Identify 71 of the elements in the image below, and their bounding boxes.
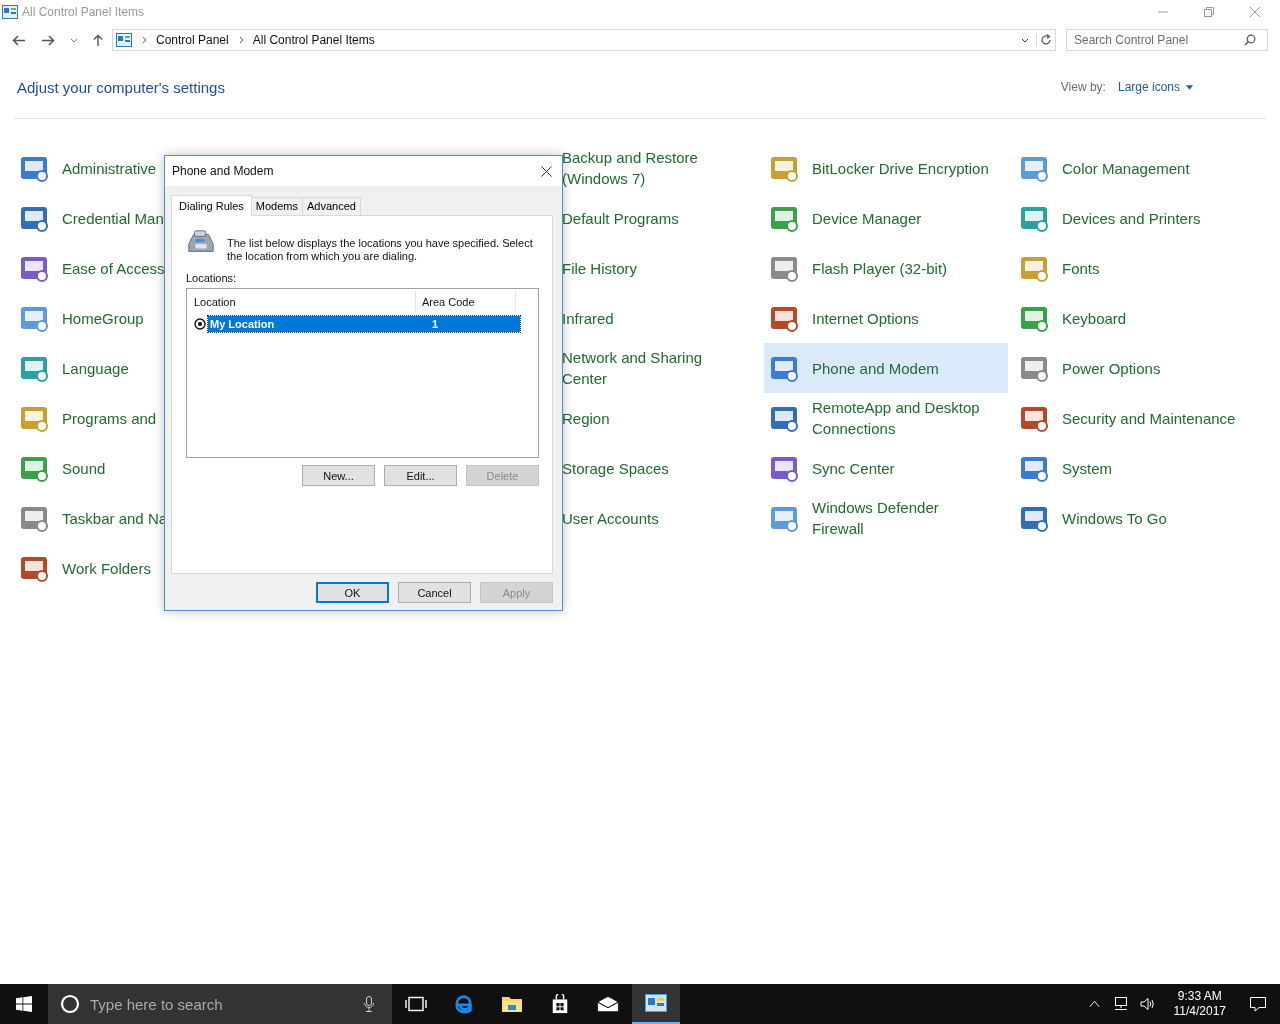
control-panel-item[interactable]: System [1014, 443, 1258, 493]
taskbar-button[interactable] [632, 984, 680, 1024]
control-panel-item[interactable]: Security and Maintenance [1014, 393, 1258, 443]
chevron-right-icon [142, 36, 147, 44]
control-panel-item[interactable]: Internet Options [764, 293, 1008, 343]
current-location-icon [194, 317, 206, 330]
control-panel-item[interactable]: Devices and Printers [1014, 193, 1258, 243]
control-panel-item[interactable]: Power Options [1014, 343, 1258, 393]
control-panel-item[interactable]: Windows To Go [1014, 493, 1258, 543]
restore-icon[interactable] [1204, 7, 1214, 17]
clock-time[interactable]: 9:33 AM [1177, 989, 1222, 1004]
microphone-icon[interactable] [364, 996, 374, 1012]
chevron-right-icon [238, 36, 244, 44]
dialog-button[interactable]: Cancel [398, 582, 471, 603]
control-panel-item[interactable]: RemoteApp and Desktop Connections [764, 393, 1008, 443]
table-cell-text: My Location [209, 317, 276, 330]
envelope-icon [597, 994, 619, 1014]
control-panel-item[interactable]: Programs and [14, 393, 258, 443]
control-panel-item[interactable]: Color Management [1014, 143, 1258, 193]
taskbar-search-field[interactable]: Type here to search [48, 984, 392, 1024]
control-panel-item[interactable]: BitLocker Drive Encryption [764, 143, 1008, 193]
circle-icon [60, 994, 80, 1014]
search-field[interactable]: Search Control Panel [1066, 29, 1268, 51]
back-arrow-icon[interactable] [12, 33, 26, 47]
control-panel-item[interactable]: Fonts [1014, 243, 1258, 293]
control-panel-item[interactable]: Device Manager [764, 193, 1008, 243]
up-arrow-icon[interactable] [91, 33, 105, 47]
tab[interactable]: Dialing Rules [171, 195, 252, 216]
search-input[interactable]: Type here to search [88, 994, 364, 1014]
control-panel-item[interactable]: Flash Player (32-bit) [764, 243, 1008, 293]
control-panel-item[interactable]: Sound [14, 443, 258, 493]
dialog-title: Phone and Modem [172, 164, 274, 178]
view-by-dropdown[interactable]: Large icons [1117, 80, 1193, 94]
tab[interactable]: Advanced [302, 197, 361, 215]
control-panel-icon [645, 993, 667, 1013]
notification-icon[interactable] [1250, 996, 1266, 1012]
start-icon[interactable] [16, 996, 32, 1012]
control-panel-icon [116, 33, 132, 47]
breadcrumb[interactable]: All Control Panel Items [252, 33, 375, 47]
address-bar[interactable]: Control Panel All Control Panel Items [112, 29, 1056, 51]
chevron-up-icon[interactable] [1088, 1000, 1100, 1008]
task-view-icon [405, 994, 427, 1014]
control-panel-icon [2, 5, 18, 19]
page-heading: Adjust your computer's settings [17, 78, 225, 96]
speaker-icon[interactable] [1139, 997, 1156, 1011]
control-panel-item[interactable]: Phone and Modem [764, 343, 1008, 393]
forward-arrow-icon[interactable] [41, 33, 55, 47]
close-icon[interactable] [541, 165, 552, 177]
dialog-button[interactable]: New... [302, 465, 375, 486]
chevron-down-icon[interactable] [1021, 37, 1029, 43]
location-row[interactable]: My Location 1 [208, 315, 520, 332]
breadcrumb[interactable]: Control Panel [156, 33, 229, 47]
control-panel-item[interactable]: Language [14, 343, 258, 393]
column-header[interactable]: Location [189, 291, 416, 312]
control-panel-item[interactable]: Keyboard [1014, 293, 1258, 343]
window-title: All Control Panel Items [22, 5, 145, 19]
control-panel-item[interactable]: Sync Center [764, 443, 1008, 493]
control-panel-item[interactable]: Work Folders [14, 543, 258, 593]
control-panel-item[interactable]: Windows Defender Firewall [764, 493, 1008, 543]
dialog-button[interactable]: Edit... [384, 465, 457, 486]
search-icon [1244, 34, 1256, 46]
clock-date[interactable]: 11/4/2017 [1173, 1004, 1226, 1019]
table-cell: 1 [432, 317, 439, 330]
dropdown-triangle-icon [1186, 84, 1193, 90]
locations-label: Locations: [186, 272, 238, 284]
description-text: The list below displays the locations you have specified. Select the location from which you are dialing. [227, 236, 534, 263]
folder-icon [501, 994, 523, 1014]
dialog-button[interactable]: OK [316, 582, 389, 603]
view-by-label: View by: [1060, 80, 1106, 94]
browser-icon [453, 994, 475, 1014]
column-header[interactable]: Area Code [416, 291, 516, 312]
